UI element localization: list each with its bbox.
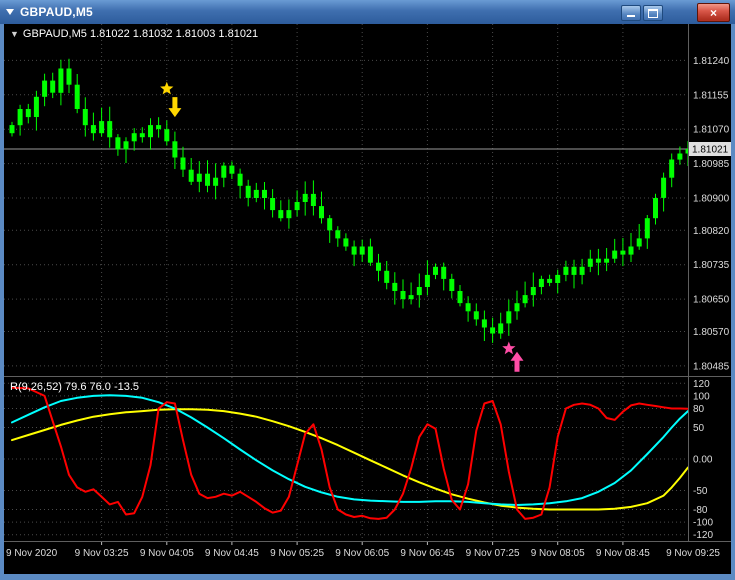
price-scale-labels: 1.81240 1.81155 1.81070 1.80985 1.80900 1.808…: [693, 56, 730, 372]
indicator-scale-labels: 120100 80 50 0.00 -50 -80 -100-120: [693, 379, 713, 541]
time-axis-labels: 9 Nov 2020 9 Nov 03:25 9 Nov 04:05 9 Nov 04…: [6, 542, 720, 559]
svg-text:-50: -50: [693, 486, 708, 497]
window-title: GBPAUD,M5: [20, 5, 93, 19]
indicator-label: R(9,26,52) 79.6 76.0 -13.5: [10, 381, 140, 393]
sell-arrow-icon[interactable]: [168, 97, 182, 118]
svg-text:1.81021: 1.81021: [692, 145, 729, 156]
svg-text:9 Nov 09:25: 9 Nov 09:25: [666, 548, 720, 559]
minimize-button[interactable]: [621, 5, 641, 21]
svg-text:9 Nov 03:25: 9 Nov 03:25: [75, 548, 129, 559]
title-bar[interactable]: GBPAUD,M5 ×: [0, 0, 735, 24]
indicator-canvas[interactable]: [4, 377, 688, 541]
svg-text:1.80820: 1.80820: [693, 226, 730, 237]
close-icon: ×: [709, 5, 717, 20]
svg-text:9 Nov 08:45: 9 Nov 08:45: [596, 548, 650, 559]
svg-text:9 Nov 04:05: 9 Nov 04:05: [140, 548, 194, 559]
minimize-icon: [627, 15, 635, 17]
buy-arrow-icon[interactable]: [510, 351, 524, 372]
svg-text:9 Nov 2020: 9 Nov 2020: [6, 548, 58, 559]
svg-text:1.80985: 1.80985: [693, 159, 730, 170]
restore-icon: [648, 8, 658, 18]
svg-text:9 Nov 08:05: 9 Nov 08:05: [531, 548, 585, 559]
svg-text:9 Nov 06:45: 9 Nov 06:45: [400, 548, 454, 559]
svg-text:-80: -80: [693, 505, 708, 516]
signal-markers: [160, 81, 524, 372]
chart-area: 1.81240 1.81155 1.81070 1.80985 1.80900 1.808…: [4, 24, 731, 574]
svg-text:-120: -120: [693, 530, 713, 541]
price-scale[interactable]: 1.81240 1.81155 1.81070 1.80985 1.80900 1.808…: [689, 24, 731, 376]
chart-window: GBPAUD,M5 × 1.81240 1.81155 1.81070 1.80985…: [0, 0, 735, 580]
current-price-badge: 1.81021: [689, 142, 731, 156]
svg-text:1.80735: 1.80735: [693, 260, 730, 271]
price-chart-canvas[interactable]: [4, 24, 688, 376]
svg-text:1.80485: 1.80485: [693, 361, 730, 372]
svg-text:1.81155: 1.81155: [693, 90, 729, 101]
svg-text:1.81240: 1.81240: [693, 56, 730, 67]
svg-text:100: 100: [693, 391, 710, 402]
restore-button[interactable]: [643, 5, 663, 21]
svg-text:1.81070: 1.81070: [693, 125, 730, 136]
indicator-scale[interactable]: 120100 80 50 0.00 -50 -80 -100-120: [689, 377, 731, 541]
one-click-trading-icon[interactable]: ▼: [10, 29, 19, 39]
close-button[interactable]: ×: [697, 3, 730, 22]
signal-star-icon[interactable]: [502, 341, 516, 355]
svg-text:9 Nov 07:25: 9 Nov 07:25: [466, 548, 520, 559]
svg-text:1.80570: 1.80570: [693, 327, 730, 338]
time-axis[interactable]: 9 Nov 2020 9 Nov 03:25 9 Nov 04:05 9 Nov 04…: [4, 542, 731, 574]
svg-text:-100: -100: [693, 518, 713, 529]
symbol-ohlc-label: ▼ GBPAUD,M5 1.81022 1.81032 1.81003 1.810…: [10, 28, 258, 40]
svg-text:1.80650: 1.80650: [693, 295, 730, 306]
indicator-grid: [4, 377, 688, 541]
indicator-line-yellow: [11, 408, 688, 511]
svg-text:9 Nov 04:45: 9 Nov 04:45: [205, 548, 259, 559]
svg-text:9 Nov 05:25: 9 Nov 05:25: [270, 548, 324, 559]
svg-text:0.00: 0.00: [693, 455, 713, 466]
svg-text:120: 120: [693, 379, 710, 390]
candles: [9, 58, 688, 343]
chart-window-icon: [6, 9, 14, 15]
svg-text:80: 80: [693, 404, 705, 415]
svg-text:50: 50: [693, 423, 705, 434]
window-controls: [619, 5, 663, 21]
svg-text:9 Nov 06:05: 9 Nov 06:05: [335, 548, 389, 559]
price-grid: [4, 24, 688, 376]
ohlc-text: GBPAUD,M5 1.81022 1.81032 1.81003 1.8102…: [22, 28, 259, 40]
svg-text:1.80900: 1.80900: [693, 194, 730, 205]
